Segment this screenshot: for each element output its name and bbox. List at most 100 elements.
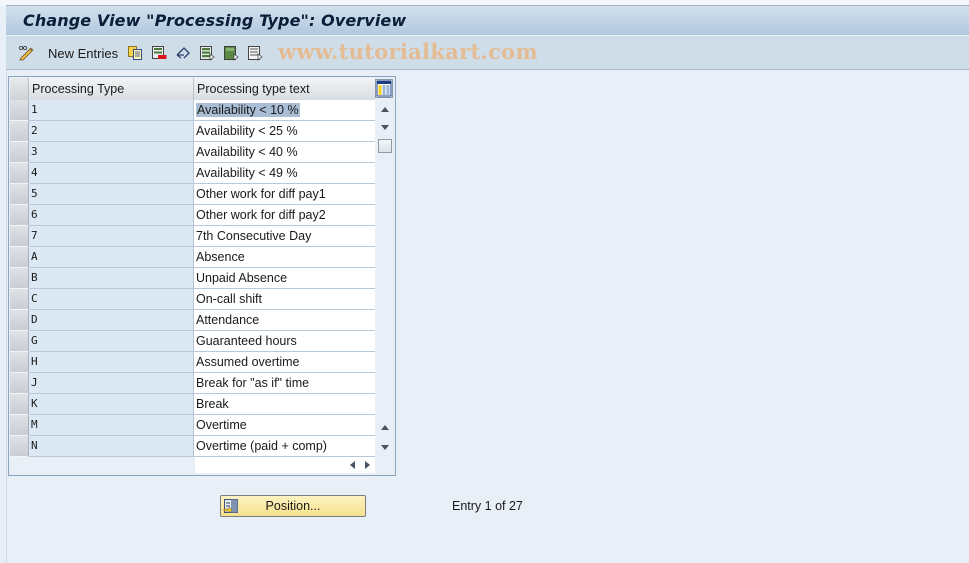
select-all-rows-header[interactable] (10, 78, 29, 100)
vertical-scrollbar[interactable] (376, 100, 394, 457)
selected-text: Availability < 10 % (196, 103, 300, 117)
new-entries-button[interactable]: New Entries (48, 44, 118, 62)
column-header-processing-type[interactable]: Processing Type (29, 78, 194, 100)
row-selector[interactable] (10, 226, 29, 247)
pencil-glasses-icon (18, 45, 34, 61)
table-row[interactable]: 5 Other work for diff pay1 (10, 184, 375, 205)
row-selector[interactable] (10, 331, 29, 352)
processing-type-cell: A (29, 247, 194, 268)
content-edge (6, 70, 7, 563)
table-row[interactable]: K Break (10, 394, 375, 415)
processing-type-text-input[interactable]: Availability < 25 % (194, 121, 375, 142)
scroll-thumb[interactable] (378, 139, 392, 153)
table-control: Processing Type Processing type text 1 Av… (8, 76, 396, 476)
scroll-left-button[interactable] (350, 458, 355, 472)
table-row[interactable]: 3 Availability < 40 % (10, 142, 375, 163)
processing-type-cell: H (29, 352, 194, 373)
select-all-button[interactable] (199, 44, 215, 62)
processing-type-cell: M (29, 415, 194, 436)
processing-type-cell: J (29, 373, 194, 394)
scroll-page-up-button[interactable] (378, 420, 392, 434)
arrow-down-icon (381, 444, 389, 450)
table-config-icon (376, 80, 392, 97)
processing-type-text-input[interactable]: Availability < 40 % (194, 142, 375, 163)
table-row[interactable]: N Overtime (paid + comp) (10, 436, 375, 457)
table-row[interactable]: J Break for "as if" time (10, 373, 375, 394)
processing-type-text-input[interactable]: Attendance (194, 310, 375, 331)
row-selector[interactable] (10, 247, 29, 268)
column-header-processing-type-text[interactable]: Processing type text (194, 78, 375, 100)
application-toolbar: New Entries www.tutorialkart.com (6, 36, 969, 70)
undo-change-icon (175, 45, 191, 61)
row-selector[interactable] (10, 310, 29, 331)
table-row[interactable]: D Attendance (10, 310, 375, 331)
scroll-down-button[interactable] (378, 120, 392, 134)
deselect-all-button[interactable] (247, 44, 263, 62)
table-row[interactable]: 4 Availability < 49 % (10, 163, 375, 184)
display-change-button[interactable] (18, 44, 34, 62)
row-selector[interactable] (10, 163, 29, 184)
entry-counter: Entry 1 of 27 (452, 499, 523, 513)
position-button[interactable]: Position... (220, 495, 366, 517)
processing-type-text-input[interactable]: Overtime (paid + comp) (194, 436, 375, 457)
table-row[interactable]: G Guaranteed hours (10, 331, 375, 352)
row-selector[interactable] (10, 100, 29, 121)
row-selector[interactable] (10, 436, 29, 457)
title-bar: Change View "Processing Type": Overview (6, 5, 969, 36)
table-body: 1 Availability < 10 % 2 Availability < 25 %… (10, 100, 375, 457)
processing-type-text-input[interactable]: Overtime (194, 415, 375, 436)
scroll-up-button[interactable] (378, 102, 392, 116)
select-block-button[interactable] (223, 44, 239, 62)
processing-type-text-input[interactable]: On-call shift (194, 289, 375, 310)
processing-type-text-input[interactable]: 7th Consecutive Day (194, 226, 375, 247)
processing-type-text-input[interactable]: Unpaid Absence (194, 268, 375, 289)
row-selector[interactable] (10, 289, 29, 310)
processing-type-cell: 5 (29, 184, 194, 205)
row-selector[interactable] (10, 373, 29, 394)
processing-type-text-input[interactable]: Other work for diff pay2 (194, 205, 375, 226)
processing-type-text-input[interactable]: Availability < 10 % (194, 100, 375, 121)
delete-button[interactable] (151, 44, 167, 62)
row-selector[interactable] (10, 394, 29, 415)
processing-type-text-input[interactable]: Assumed overtime (194, 352, 375, 373)
arrow-up-icon (381, 106, 389, 112)
processing-type-cell: 2 (29, 121, 194, 142)
processing-type-text-input[interactable]: Absence (194, 247, 375, 268)
table-row[interactable]: A Absence (10, 247, 375, 268)
processing-type-text-input[interactable]: Availability < 49 % (194, 163, 375, 184)
processing-type-text-input[interactable]: Guaranteed hours (194, 331, 375, 352)
scroll-right-button[interactable] (365, 458, 370, 472)
table-settings-button[interactable] (375, 79, 393, 98)
horizontal-scroll-buttons (345, 458, 375, 472)
row-selector[interactable] (10, 352, 29, 373)
position-button-label: Position... (265, 499, 321, 513)
page-title: Change View "Processing Type": Overview (23, 11, 407, 30)
processing-type-text-input[interactable]: Other work for diff pay1 (194, 184, 375, 205)
table-row[interactable]: 7 7th Consecutive Day (10, 226, 375, 247)
row-selector[interactable] (10, 205, 29, 226)
watermark-text: www.tutorialkart.com (278, 39, 538, 64)
delete-icon (151, 45, 167, 61)
table-row[interactable]: B Unpaid Absence (10, 268, 375, 289)
table-row[interactable]: 6 Other work for diff pay2 (10, 205, 375, 226)
copy-as-button[interactable] (127, 44, 143, 62)
arrow-down-icon (381, 124, 389, 130)
processing-type-text-input[interactable]: Break for "as if" time (194, 373, 375, 394)
table-row[interactable]: 2 Availability < 25 % (10, 121, 375, 142)
arrow-right-icon (365, 461, 370, 469)
table-row[interactable]: H Assumed overtime (10, 352, 375, 373)
undo-change-button[interactable] (175, 44, 191, 62)
table-row[interactable]: 1 Availability < 10 % (10, 100, 375, 121)
processing-type-text-input[interactable]: Break (194, 394, 375, 415)
row-selector[interactable] (10, 121, 29, 142)
scroll-page-down-button[interactable] (378, 440, 392, 454)
table-row[interactable]: M Overtime (10, 415, 375, 436)
row-selector[interactable] (10, 142, 29, 163)
table-row[interactable]: C On-call shift (10, 289, 375, 310)
row-selector[interactable] (10, 184, 29, 205)
row-selector[interactable] (10, 268, 29, 289)
processing-type-cell: D (29, 310, 194, 331)
select-all-icon (199, 45, 215, 61)
processing-type-cell: C (29, 289, 194, 310)
row-selector[interactable] (10, 415, 29, 436)
